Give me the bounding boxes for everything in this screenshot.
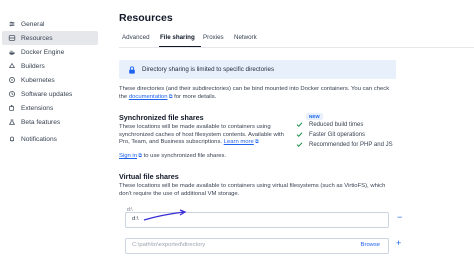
pen-annotation — [143, 209, 187, 221]
intro-text: These directories (and their subdirector… — [119, 86, 419, 101]
browse-button[interactable]: Browse — [361, 242, 380, 248]
sidebar-item-docker-engine[interactable]: Docker Engine — [2, 45, 98, 59]
virtual-description: These locations will be made available t… — [119, 183, 419, 198]
remove-share-button[interactable]: − — [397, 212, 402, 222]
clock-icon — [7, 90, 16, 99]
sidebar-item-software-updates[interactable]: Software updates — [2, 87, 98, 101]
info-banner: Directory sharing is limited to specific… — [119, 60, 396, 79]
sidebar-item-notifications[interactable]: Notifications — [2, 132, 98, 146]
learn-more-link[interactable]: Learn more — [224, 139, 254, 145]
new-directory-input[interactable]: C:\path\to\exported\directory Browse — [125, 238, 389, 254]
new-directory-placeholder: C:\path\to\exported\directory — [132, 242, 206, 248]
kubernetes-icon — [7, 76, 16, 85]
add-share-button[interactable]: + — [396, 238, 401, 248]
builders-icon — [7, 62, 16, 71]
main-panel: Resources Advanced File sharing Proxies … — [110, 0, 474, 278]
virtual-line-1: These locations will be made available t… — [119, 183, 386, 189]
sidebar-item-general[interactable]: General — [2, 17, 98, 31]
sidebar-item-kubernetes[interactable]: Kubernetes — [2, 73, 98, 87]
bell-icon — [7, 135, 16, 144]
check-icon — [296, 122, 303, 128]
sidebar: General Resources Docker Engine Builders Kub… — [0, 0, 100, 278]
sidebar-item-label: Builders — [21, 62, 45, 70]
check-icon — [296, 132, 303, 138]
sidebar-item-label: Resources — [21, 34, 53, 42]
sync-description: These locations will be made available t… — [119, 124, 304, 147]
sliders-icon — [7, 20, 16, 29]
sync-line-3-text: Pro, Team, and Business subscriptions. — [119, 139, 224, 146]
tab-proxies[interactable]: Proxies — [203, 34, 224, 41]
external-link-icon: ⧉ — [253, 139, 259, 146]
benefit-item: Reduced build times — [296, 121, 363, 128]
check-icon — [296, 142, 303, 148]
flask-icon — [7, 118, 16, 127]
shared-directory-value: d:\ — [132, 216, 139, 222]
resources-icon — [7, 34, 16, 43]
benefit-item: Faster Git operations — [296, 131, 365, 138]
intro-line-2: the documentation ⧉ for more details. — [119, 94, 419, 102]
new-badge: NEW — [306, 113, 323, 120]
benefit-item: Recommended for PHP and JS — [296, 141, 393, 148]
lock-icon — [128, 65, 136, 74]
info-banner-text: Directory sharing is limited to specific… — [142, 66, 275, 73]
benefit-label: Recommended for PHP and JS — [309, 141, 393, 148]
sidebar-item-beta-features[interactable]: Beta features — [2, 115, 98, 129]
sidebar-item-builders[interactable]: Builders — [2, 59, 98, 73]
intro-post: for more details. — [172, 93, 217, 100]
whale-icon — [7, 48, 16, 57]
intro-pre: the — [119, 93, 129, 100]
sign-in-line: Sign in ⧉ to use synchronized file share… — [119, 153, 304, 161]
sidebar-item-resources[interactable]: Resources — [2, 31, 98, 45]
tab-advanced[interactable]: Advanced — [122, 34, 150, 41]
sync-line-1: These locations will be made available t… — [119, 124, 271, 130]
sign-in-link[interactable]: Sign in — [119, 153, 137, 159]
sidebar-item-extensions[interactable]: Extensions — [2, 101, 98, 115]
benefit-label: Faster Git operations — [309, 131, 366, 138]
sync-line-3: Pro, Team, and Business subscriptions. L… — [119, 139, 304, 147]
sync-line-2: synchronized caches of host filesystem c… — [119, 131, 284, 138]
sidebar-item-label: Docker Engine — [21, 48, 65, 56]
sidebar-item-label: Beta features — [21, 118, 61, 126]
sidebar-item-label: General — [21, 20, 45, 28]
sidebar-item-label: Extensions — [21, 104, 54, 112]
sidebar-item-label: Notifications — [21, 135, 57, 143]
sync-title: Synchronized file shares — [119, 113, 204, 122]
sidebar-item-label: Software updates — [21, 90, 73, 98]
tabs-divider — [119, 47, 474, 48]
page-title: Resources — [119, 12, 173, 24]
tab-network[interactable]: Network — [234, 34, 257, 41]
puzzle-icon — [7, 104, 16, 113]
tab-file-sharing[interactable]: File sharing — [160, 34, 195, 41]
documentation-link[interactable]: documentation — [129, 94, 168, 100]
sign-in-post: to use synchronized file shares. — [141, 153, 227, 159]
sidebar-item-label: Kubernetes — [21, 76, 55, 84]
virtual-title: Virtual file shares — [119, 172, 179, 181]
benefit-label: Reduced build times — [309, 121, 364, 128]
virtual-line-2: don't require the use of additional VM s… — [119, 190, 240, 197]
intro-line-1: These directories (and their subdirector… — [119, 86, 390, 92]
